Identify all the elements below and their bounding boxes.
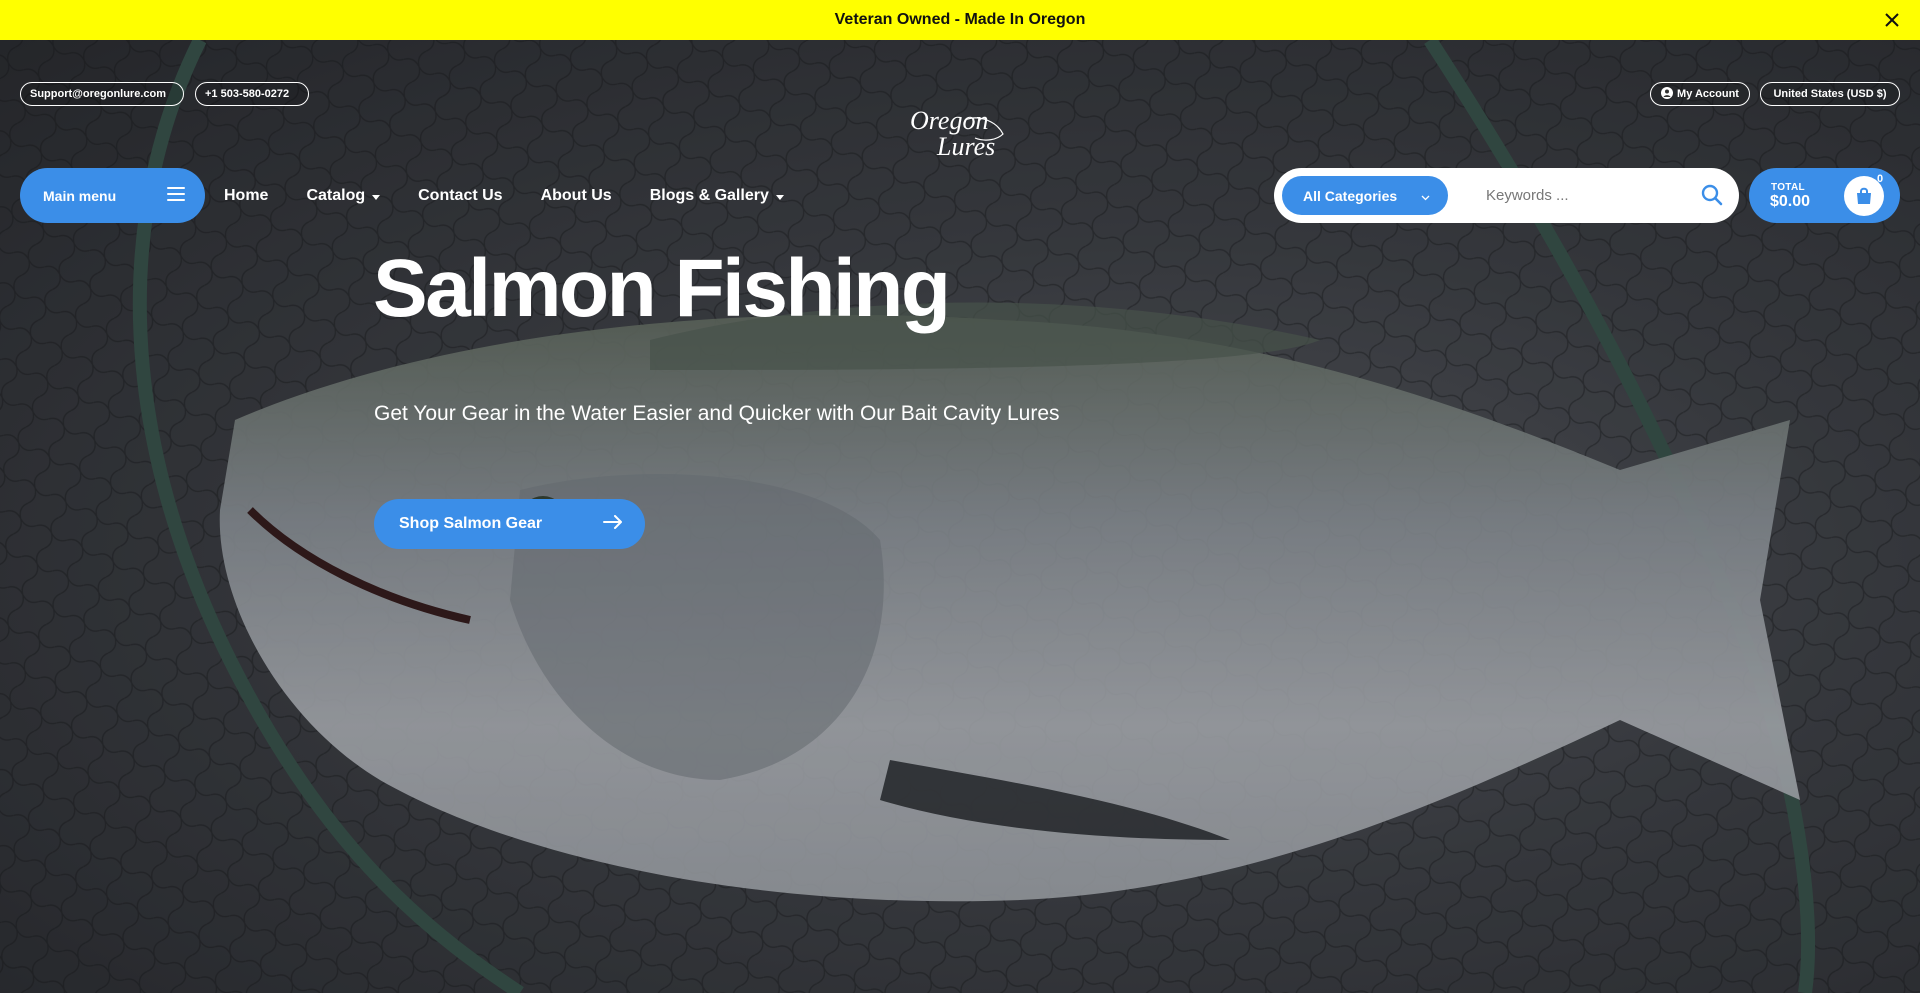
support-email-link[interactable]: Support@oregonlure.com (20, 82, 184, 106)
main-menu-button[interactable]: Main menu (20, 168, 205, 223)
close-icon[interactable] (1880, 8, 1904, 32)
logo-text-line2: Lures (936, 132, 995, 160)
support-email-text: Support@oregonlure.com (30, 88, 167, 100)
nav-label: Catalog (306, 187, 366, 204)
my-account-label: My Account (1677, 88, 1739, 100)
nav-item-blogs-gallery[interactable]: Blogs & Gallery (650, 183, 784, 209)
search-input[interactable] (1486, 187, 1706, 204)
caret-down-icon (372, 194, 381, 200)
shop-salmon-gear-button[interactable]: Shop Salmon Gear (374, 499, 645, 549)
announcement-bar: Veteran Owned - Made In Oregon (0, 0, 1920, 40)
cart-total-label: TOTAL (1771, 182, 1805, 193)
cta-label: Shop Salmon Gear (399, 515, 543, 532)
search-bar: All Categories (1274, 168, 1739, 223)
nav-label: Home (224, 187, 269, 204)
chevron-down-icon (1421, 188, 1430, 204)
category-select-label: All Categories (1303, 187, 1398, 204)
logo-text-line1: Oregon (910, 106, 988, 135)
nav-item-home[interactable]: Home (224, 183, 268, 209)
cart-total-value: $0.00 (1770, 193, 1811, 210)
category-select[interactable]: All Categories (1282, 176, 1448, 215)
hero-title: Salmon Fishing (373, 243, 951, 334)
nav-item-about-us[interactable]: About Us (541, 183, 612, 209)
hero-subtitle: Get Your Gear in the Water Easier and Qu… (374, 402, 1060, 425)
phone-link[interactable]: +1 503-580-0272 (195, 82, 309, 106)
nav-item-contact-us[interactable]: Contact Us (418, 183, 502, 209)
currency-selector[interactable]: United States (USD $) (1760, 82, 1900, 106)
announcement-text: Veteran Owned - Made In Oregon (834, 11, 1086, 28)
hamburger-icon (167, 187, 185, 204)
cart-count-badge: 0 (1877, 173, 1884, 185)
logo[interactable]: Oregon Lures (905, 102, 1015, 161)
nav-label: About Us (540, 187, 612, 204)
hero-banner: Support@oregonlure.com +1 503-580-0272 O… (0, 40, 1920, 993)
nav-label: Blogs & Gallery (649, 187, 769, 204)
user-icon (1661, 86, 1674, 102)
currency-label: United States (USD $) (1773, 88, 1887, 100)
arrow-right-icon (603, 514, 623, 534)
nav-label: Contact Us (418, 187, 503, 204)
search-icon[interactable] (1701, 184, 1725, 208)
primary-nav: Home Catalog Contact Us About Us Blogs &… (224, 183, 822, 209)
nav-item-catalog[interactable]: Catalog (306, 183, 381, 209)
cart-button[interactable]: TOTAL $0.00 0 (1749, 168, 1900, 223)
caret-down-icon (775, 194, 784, 200)
main-menu-label: Main menu (43, 187, 117, 204)
my-account-link[interactable]: My Account (1650, 82, 1750, 106)
phone-text: +1 503-580-0272 (205, 88, 290, 100)
